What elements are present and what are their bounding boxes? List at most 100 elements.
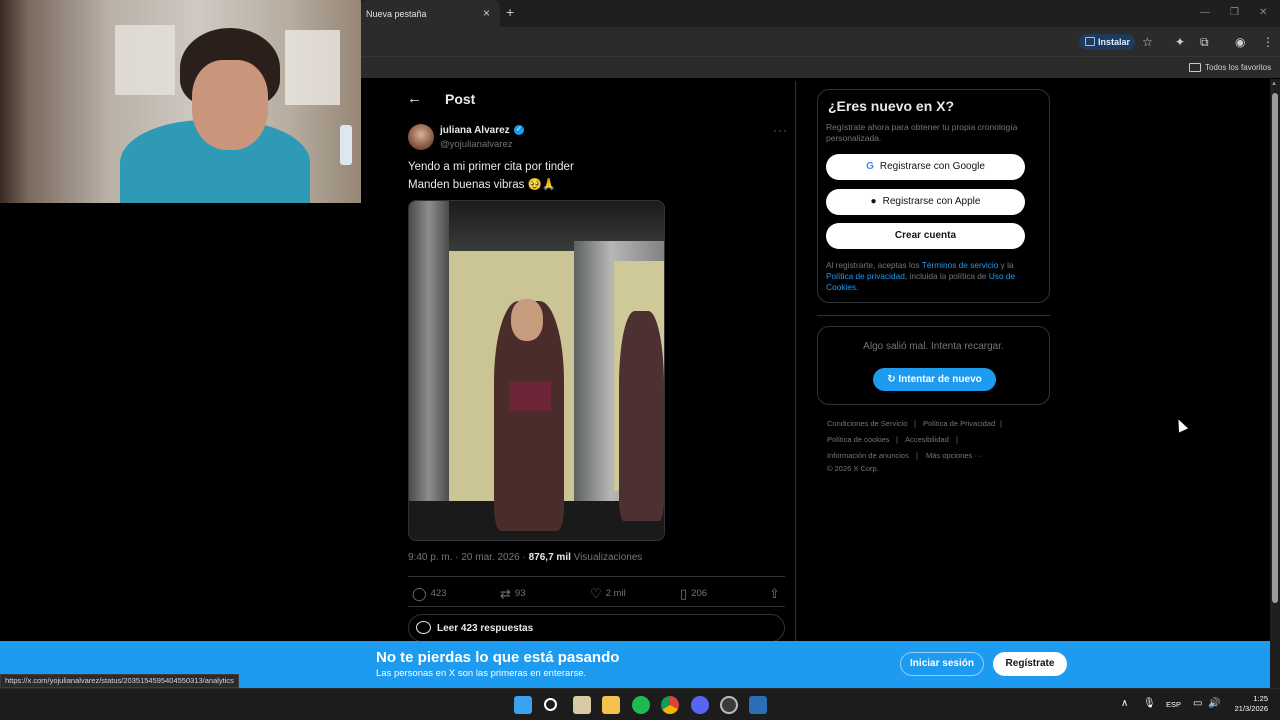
taskbar: ∧ 🎙 ESP ▭ 🔊 1:25 21/3/2026: [0, 688, 1280, 720]
author-name[interactable]: juliana Alvarez: [440, 125, 510, 136]
signup-title: ¿Eres nuevo en X?: [828, 98, 955, 114]
clock[interactable]: 1:25 21/3/2026: [1230, 694, 1268, 714]
back-arrow-icon[interactable]: ←: [407, 90, 422, 107]
more-options-icon[interactable]: ···: [773, 123, 788, 137]
read-replies-button[interactable]: Leer 423 respuestas: [408, 614, 785, 642]
terms-link[interactable]: Términos de servicio: [922, 260, 999, 270]
image-region: [619, 311, 664, 521]
verified-badge-icon: ✓: [514, 125, 524, 135]
views-count: 876,7 mil: [528, 552, 571, 563]
heart-icon: ♡: [590, 586, 602, 601]
bookmark-icon: ▯: [680, 586, 688, 601]
network-icon[interactable]: ▭: [1193, 698, 1202, 709]
clock-time: 1:25: [1253, 694, 1268, 703]
create-account-button[interactable]: Crear cuenta: [826, 223, 1025, 249]
like-button[interactable]: ♡ 2 mil: [590, 586, 626, 602]
footer-cookies-link[interactable]: Política de cookies: [827, 435, 890, 444]
discord-icon[interactable]: [691, 696, 709, 714]
column-divider: [795, 81, 796, 641]
author-handle[interactable]: @yojulianalvarez: [440, 139, 512, 150]
webcam-region: [192, 60, 268, 150]
footer-privacy-link[interactable]: Política de Privacidad: [923, 419, 995, 428]
obs-icon[interactable]: [720, 696, 738, 714]
legal-text: Al registrarte, aceptas los Términos de …: [826, 260, 1041, 293]
install-button[interactable]: Instalar: [1079, 34, 1135, 50]
post-text-line: Yendo a mi primer cita por tinder: [408, 161, 574, 173]
store-icon[interactable]: [573, 696, 591, 714]
tab-close-icon[interactable]: ×: [483, 6, 490, 20]
share-icon: ⇧: [769, 586, 780, 601]
legal-text-part: , incluida la política de: [904, 271, 989, 281]
legal-text-part: Al registrarte, aceptas los: [826, 260, 922, 270]
windows-start-icon[interactable]: [514, 696, 532, 714]
avatar[interactable]: [408, 124, 434, 150]
chrome-icon[interactable]: [661, 696, 679, 714]
bookmark-count: 206: [691, 588, 708, 599]
footer-separator: |: [956, 435, 958, 444]
page-title: Post: [445, 91, 476, 107]
share-button[interactable]: ⇧: [769, 586, 784, 602]
status-bar-url: https://x.com/yojulianalvarez/status/203…: [0, 674, 239, 688]
browser-tab[interactable]: Nueva pestaña ×: [360, 0, 500, 27]
apple-signup-label: Registrarse con Apple: [882, 196, 981, 207]
app-icon[interactable]: [749, 696, 767, 714]
repost-count: 93: [514, 588, 526, 599]
restore-icon[interactable]: ❐: [1230, 7, 1239, 18]
scroll-thumb[interactable]: [1272, 93, 1278, 603]
extensions-icon[interactable]: ⧉: [1200, 35, 1209, 50]
reply-button[interactable]: ◯ 423: [412, 586, 446, 602]
signup-card: ¿Eres nuevo en X? Regístrate ahora para …: [817, 89, 1050, 303]
google-icon: G: [866, 161, 874, 172]
extension-puzzle-icon[interactable]: ✦: [1175, 35, 1185, 49]
retry-button[interactable]: ↻ Intentar de nuevo: [873, 368, 996, 391]
search-icon[interactable]: [544, 698, 557, 711]
language-indicator[interactable]: ESP: [1166, 700, 1181, 709]
star-icon[interactable]: ☆: [1142, 35, 1153, 49]
microphone-icon[interactable]: 🎙: [1143, 698, 1156, 709]
timestamp-text: 9:40 p. m. · 20 mar. 2026 ·: [408, 552, 529, 563]
apple-signup-button[interactable]: ● Registrarse con Apple: [826, 189, 1025, 215]
divider: [408, 606, 785, 607]
footer-separator: |: [1000, 419, 1002, 428]
new-tab-icon[interactable]: +: [506, 4, 514, 20]
install-icon: [1085, 37, 1095, 46]
webcam-region: [340, 125, 352, 165]
menu-kebab-icon[interactable]: ⋮: [1262, 35, 1274, 49]
google-signup-label: Registrarse con Google: [879, 161, 985, 172]
footer-separator: |: [914, 419, 916, 428]
legal-text-part: y la: [998, 260, 1014, 270]
post-image[interactable]: [408, 200, 665, 541]
footer-separator: |: [916, 451, 918, 460]
scrollbar[interactable]: ▲: [1270, 79, 1280, 689]
legal-text-part: .: [855, 282, 859, 292]
footer-more-link[interactable]: Más opciones ···: [926, 451, 982, 460]
footer-copyright: © 2026 X Corp.: [827, 464, 879, 473]
image-region: [509, 381, 551, 411]
repost-button[interactable]: ⇄ 93: [500, 586, 525, 602]
bookmark-button[interactable]: ▯ 206: [680, 586, 707, 602]
clock-date: 21/3/2026: [1234, 704, 1268, 713]
post-text-line: Manden buenas vibras 🥹🙏: [408, 179, 557, 191]
repost-icon: ⇄: [500, 586, 511, 601]
close-window-icon[interactable]: ✕: [1259, 7, 1267, 18]
spotify-icon[interactable]: [632, 696, 650, 714]
footer-terms-link[interactable]: Condiciones de Servicio: [827, 419, 907, 428]
volume-icon[interactable]: 🔊: [1208, 698, 1220, 709]
file-explorer-icon[interactable]: [602, 696, 620, 714]
signup-button[interactable]: Regístrate: [993, 652, 1067, 676]
google-signup-button[interactable]: G Registrarse con Google: [826, 154, 1025, 180]
error-card: Algo salió mal. Intenta recargar. ↻ Inte…: [817, 326, 1050, 405]
profile-icon[interactable]: ◉: [1235, 35, 1245, 49]
banner-title: No te pierdas lo que está pasando: [376, 649, 620, 666]
tray-chevron-icon[interactable]: ∧: [1121, 698, 1128, 709]
all-bookmarks-link[interactable]: Todos los favoritos: [1205, 63, 1271, 72]
tab-title: Nueva pestaña: [366, 9, 427, 19]
login-button[interactable]: Iniciar sesión: [900, 652, 984, 676]
minimize-icon[interactable]: —: [1200, 7, 1210, 18]
privacy-link[interactable]: Política de privacidad: [826, 271, 905, 281]
like-count: 2 mil: [605, 588, 626, 599]
footer-ads-link[interactable]: Información de anuncios: [827, 451, 909, 460]
scroll-up-icon[interactable]: ▲: [1271, 81, 1277, 87]
webcam-region: [285, 30, 340, 105]
footer-accessibility-link[interactable]: Accesibilidad: [905, 435, 949, 444]
